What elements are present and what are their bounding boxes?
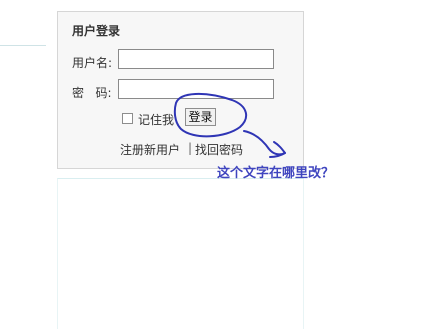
register-link[interactable]: 注册新用户 [120, 141, 180, 158]
remember-me-checkbox[interactable] [122, 113, 133, 124]
content-panel [57, 178, 304, 329]
left-divider-line [0, 45, 46, 46]
login-panel: 用户登录 用户名: 密 码: 记住我 登录 注册新用户 | 找回密码 [57, 11, 304, 169]
annotation-question-text: 这个文字在哪里改？ [217, 166, 335, 181]
page-canvas: 用户登录 用户名: 密 码: 记住我 登录 注册新用户 | 找回密码 这个文字在… [0, 0, 442, 329]
remember-me-label[interactable]: 记住我 [138, 111, 174, 128]
forgot-password-link[interactable]: 找回密码 [195, 141, 243, 158]
password-label: 密 码: [72, 86, 112, 100]
link-separator: | [188, 141, 193, 155]
username-input[interactable] [118, 49, 274, 69]
username-label: 用户名: [72, 56, 113, 70]
login-button[interactable]: 登录 [185, 108, 216, 126]
login-title: 用户登录 [72, 24, 121, 38]
password-input[interactable] [118, 79, 274, 99]
